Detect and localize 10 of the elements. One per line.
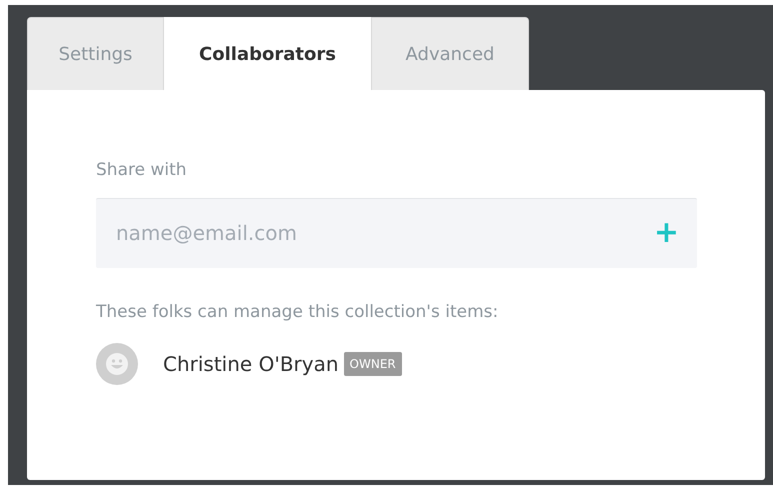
add-button[interactable]: + [654,218,679,248]
field-label: Share with [96,159,188,182]
description-text: These folks can manage this collection's items: [96,300,500,324]
tab[interactable]: Settings [27,17,164,90]
tab[interactable]: Collaborators [164,17,371,90]
collaborator-name: Christine O'Bryan [163,351,339,378]
role-badge: OWNER [344,352,402,376]
tab[interactable]: Advanced [371,17,529,90]
email-field[interactable]: name@email.com + [96,198,697,268]
avatar-icon [96,343,138,385]
